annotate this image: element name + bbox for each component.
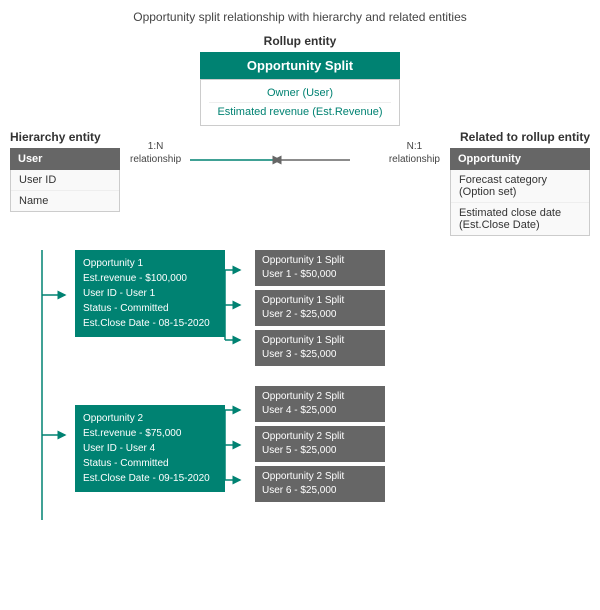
split-1-3: Opportunity 1 SplitUser 3 - $25,000	[255, 330, 385, 366]
opp2-line1: Opportunity 2	[83, 411, 217, 426]
opp2-line3: User ID - User 4	[83, 441, 217, 456]
split-group-2: Opportunity 2 SplitUser 4 - $25,000 Oppo…	[255, 386, 385, 502]
opp1-line2: Est.revenue - $100,000	[83, 271, 217, 286]
hierarchy-section: Hierarchy entity User User ID Name	[10, 130, 120, 212]
field-user-id: User ID	[11, 170, 119, 191]
opp1-line1: Opportunity 1	[83, 256, 217, 271]
related-fields: Forecast category (Option set) Estimated…	[450, 170, 590, 236]
opp2-line2: Est.revenue - $75,000	[83, 426, 217, 441]
opp2-line5: Est.Close Date - 09-15-2020	[83, 471, 217, 486]
related-section: Related to rollup entity Opportunity For…	[450, 130, 590, 236]
left-spacer	[20, 250, 75, 512]
hierarchy-entity-header: User	[10, 148, 120, 170]
opp1-line5: Est.Close Date - 08-15-2020	[83, 316, 217, 331]
arrow-connectors	[120, 130, 450, 200]
split-1-1: Opportunity 1 SplitUser 1 - $50,000	[255, 250, 385, 286]
opp2-line4: Status - Committed	[83, 456, 217, 471]
rollup-field-revenue: Estimated revenue (Est.Revenue)	[209, 103, 391, 121]
field-forecast: Forecast category (Option set)	[451, 170, 589, 203]
field-close-date: Estimated close date (Est.Close Date)	[451, 203, 589, 235]
split-group-1: Opportunity 1 SplitUser 1 - $50,000 Oppo…	[255, 250, 385, 366]
hierarchy-fields: User ID Name	[10, 170, 120, 212]
related-label: Related to rollup entity	[450, 130, 590, 144]
split-2-1: Opportunity 2 SplitUser 4 - $25,000	[255, 386, 385, 422]
opportunity-2-box: Opportunity 2 Est.revenue - $75,000 User…	[75, 405, 225, 492]
page-title: Opportunity split relationship with hier…	[10, 10, 590, 24]
opp-gap	[75, 347, 225, 395]
opportunity-column: Opportunity 1 Est.revenue - $100,000 Use…	[75, 250, 225, 512]
rollup-field-owner: Owner (User)	[209, 84, 391, 103]
opp1-line4: Status - Committed	[83, 301, 217, 316]
page-container: Opportunity split relationship with hier…	[0, 0, 600, 610]
hierarchy-label: Hierarchy entity	[10, 130, 120, 144]
opportunity-1-box: Opportunity 1 Est.revenue - $100,000 Use…	[75, 250, 225, 337]
center-connectors: 1:Nrelationship N:1relationship	[120, 130, 450, 200]
data-flow-section: Opportunity 1 Est.revenue - $100,000 Use…	[10, 250, 590, 512]
opp1-line3: User ID - User 1	[83, 286, 217, 301]
split-2-2: Opportunity 2 SplitUser 5 - $25,000	[255, 426, 385, 462]
rollup-label: Rollup entity	[10, 34, 590, 48]
rollup-box: Opportunity Split	[200, 52, 400, 79]
split-1-2: Opportunity 1 SplitUser 2 - $25,000	[255, 290, 385, 326]
split-2-3: Opportunity 2 SplitUser 6 - $25,000	[255, 466, 385, 502]
split-gap	[255, 376, 385, 386]
rollup-fields: Owner (User) Estimated revenue (Est.Reve…	[200, 79, 400, 126]
related-entity-header: Opportunity	[450, 148, 590, 170]
field-name: Name	[11, 191, 119, 211]
splits-column: Opportunity 1 SplitUser 1 - $50,000 Oppo…	[255, 250, 385, 512]
